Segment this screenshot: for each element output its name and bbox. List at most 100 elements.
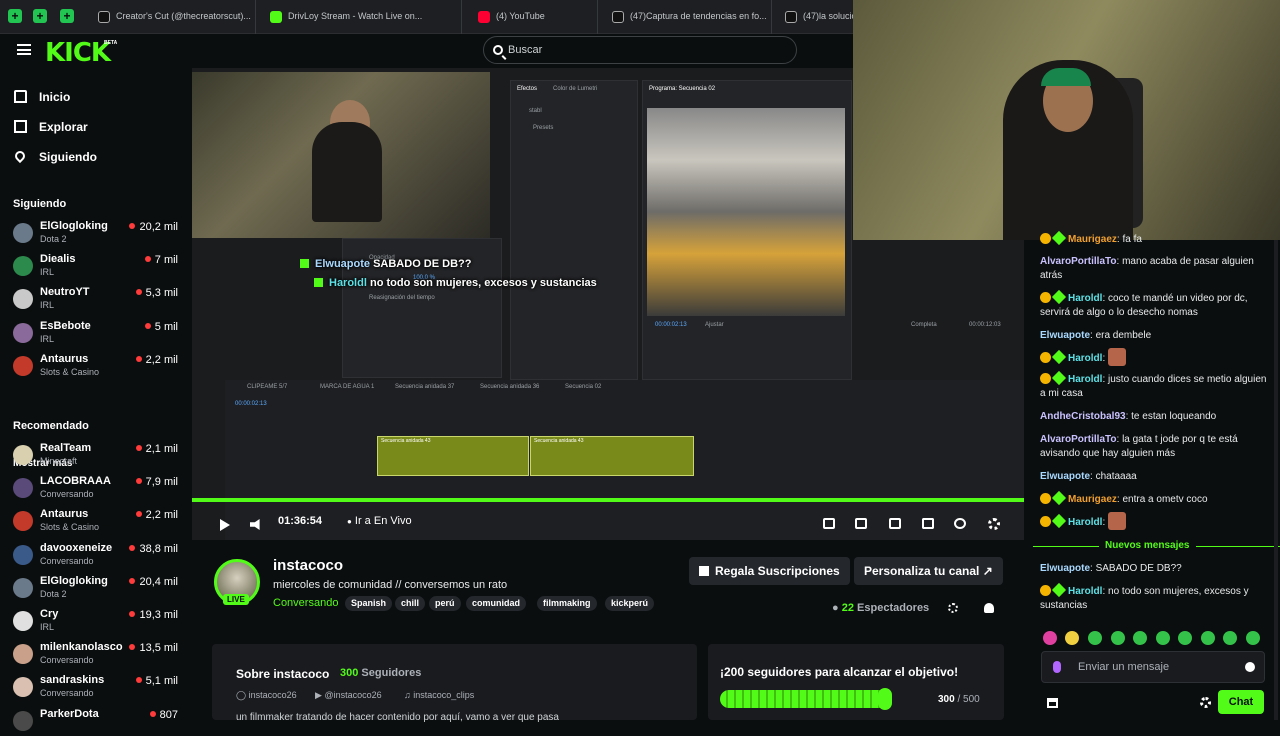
clip-icon[interactable]	[855, 518, 867, 529]
go-live-button[interactable]: ● Ir a En Vivo	[347, 515, 412, 527]
sidebar-channel[interactable]: Antaurus Slots & Casino 2,2 mil	[13, 351, 183, 381]
chat-username[interactable]: Maurigaez	[1068, 494, 1117, 505]
chat-input[interactable]	[1078, 660, 1238, 674]
stream-quality-icon[interactable]	[954, 518, 966, 529]
sidebar-channel[interactable]: RealTeam Minecraft 2,1 mil	[13, 440, 183, 470]
viewer-count: 2,1 mil	[136, 443, 178, 455]
tiktok-link[interactable]: ♫ instacoco_clips	[404, 690, 474, 700]
play-icon[interactable]	[220, 519, 230, 531]
chat-username[interactable]: Maurigaez	[1068, 234, 1117, 245]
sidebar-channel[interactable]: sandraskins Conversando 5,1 mil	[13, 672, 183, 702]
chat-username[interactable]: AlvaroPortillaTo	[1040, 434, 1117, 445]
chat-username[interactable]: Elwuapote	[1040, 330, 1090, 341]
chat-message[interactable]: AndheCristobal93: te estan loqueando	[1040, 410, 1272, 424]
microphone-icon[interactable]	[1053, 661, 1061, 673]
emote-icon[interactable]	[1065, 631, 1079, 645]
stream-tag[interactable]: filmmaking	[537, 596, 597, 611]
chat-username[interactable]: Haroldl	[1068, 293, 1102, 304]
follow-user-icon[interactable]	[984, 603, 994, 613]
sidebar-channel[interactable]: NeutroYT IRL 5,3 mil	[13, 284, 183, 314]
chat-username[interactable]: Haroldl	[1068, 374, 1102, 385]
channel-name[interactable]: instacoco	[273, 557, 343, 574]
chat-username[interactable]: Haroldl	[1068, 353, 1102, 364]
search-bar[interactable]	[483, 36, 797, 64]
stream-tag[interactable]: chill	[395, 596, 426, 611]
channel-name: milenkanolasco	[40, 641, 123, 654]
chat-message[interactable]: Haroldl:	[1040, 512, 1272, 530]
sidebar-channel[interactable]: Antaurus Slots & Casino 2,2 mil	[13, 506, 183, 536]
chat-message[interactable]: AlvaroPortillaTo: mano acaba de pasar al…	[1040, 255, 1272, 283]
share-icon[interactable]	[948, 603, 958, 613]
emote-icon[interactable]	[1088, 631, 1102, 645]
customize-channel-button[interactable]: Personaliza tu canal ↗	[854, 557, 1003, 585]
chat-message[interactable]: Haroldl: no todo son mujeres, excesos y …	[1040, 582, 1272, 613]
browser-tab[interactable]: Creator's Cut (@thecreatorscut)...	[90, 0, 256, 34]
sidebar-channel[interactable]: Diealis IRL 7 mil	[13, 251, 183, 281]
chat-message[interactable]: Elwuapote: chataaaa	[1040, 470, 1272, 484]
settings-gear-icon[interactable]	[988, 518, 1000, 530]
chat-settings-icon[interactable]	[1200, 697, 1211, 708]
chat-username[interactable]: Haroldl	[1068, 586, 1102, 597]
emote-icon[interactable]	[1043, 631, 1057, 645]
chat-message[interactable]: Haroldl: justo cuando dices se metio alg…	[1040, 370, 1272, 401]
emoji-icon[interactable]	[1245, 662, 1255, 672]
emote-icon[interactable]	[1246, 631, 1260, 645]
viewer-count: 7 mil	[145, 254, 178, 266]
stream-tag[interactable]: kickperú	[605, 596, 655, 611]
chat-message[interactable]: Maurigaez: entra a ometv coco	[1040, 490, 1272, 507]
browser-tab[interactable]: (47)la solució	[777, 0, 857, 34]
sidebar-channel[interactable]: davooxeneize Conversando 38,8 mil	[13, 540, 183, 570]
chat-message[interactable]: Elwuapote: era dembele	[1040, 329, 1272, 343]
chat-message[interactable]: Haroldl:	[1040, 348, 1272, 366]
chat-message[interactable]: Elwuapote: SABADO DE DB??	[1040, 562, 1272, 576]
sidebar-channel[interactable]: LACOBRAAA Conversando 7,9 mil	[13, 473, 183, 503]
chat-scrollbar[interactable]	[1274, 240, 1278, 720]
gift-subs-button[interactable]: Regala Suscripciones	[689, 557, 850, 585]
chat-username[interactable]: Elwuapote	[1040, 563, 1090, 574]
sidebar-channel[interactable]: ParkerDota 807	[13, 706, 183, 736]
send-chat-button[interactable]: Chat	[1218, 690, 1264, 714]
stream-category[interactable]: Conversando	[273, 597, 338, 609]
browser-tab[interactable]: (4) YouTube	[470, 0, 598, 34]
emote-icon[interactable]	[1223, 631, 1237, 645]
emote-icon[interactable]	[1201, 631, 1215, 645]
pinned-tab-icon[interactable]: +	[60, 9, 74, 23]
sidebar-channel[interactable]: EsBebote IRL 5 mil	[13, 318, 183, 348]
emote-icon[interactable]	[1156, 631, 1170, 645]
theater-mode-icon[interactable]	[889, 518, 901, 529]
stream-tag[interactable]: perú	[429, 596, 461, 611]
chat-input-box[interactable]	[1041, 651, 1265, 683]
chat-username[interactable]: Haroldl	[1068, 517, 1102, 528]
pip-icon[interactable]	[823, 518, 835, 529]
chat-username[interactable]: AlvaroPortillaTo	[1040, 256, 1117, 267]
instagram-link[interactable]: ◯ instacoco26	[236, 690, 297, 701]
new-messages-divider[interactable]: Nuevos mensajes	[1033, 540, 1280, 552]
pinned-tab-icon[interactable]: +	[33, 9, 47, 23]
chat-username[interactable]: Elwuapote	[1040, 471, 1090, 482]
pinned-tab-icon[interactable]: +	[8, 9, 22, 23]
video-progress-bar[interactable]	[192, 498, 1024, 502]
chat-message[interactable]: AlvaroPortillaTo: la gata t jode por q t…	[1040, 433, 1272, 461]
store-icon[interactable]	[1047, 698, 1058, 708]
emote-icon[interactable]	[1133, 631, 1147, 645]
chat-message[interactable]: Haroldl: coco te mandé un video por dc, …	[1040, 289, 1272, 320]
menu-icon[interactable]	[17, 44, 31, 55]
browser-tab[interactable]: (47)Captura de tendencias en fo...	[604, 0, 772, 34]
fullscreen-icon[interactable]	[922, 518, 934, 529]
browser-tab[interactable]: DrivLoy Stream - Watch Live on...	[262, 0, 462, 34]
sidebar-channel[interactable]: Cry IRL 19,3 mil	[13, 606, 183, 636]
chat-username[interactable]: AndheCristobal93	[1040, 411, 1126, 422]
kick-badge-icon	[1051, 289, 1067, 305]
youtube-link[interactable]: ▶ @instacoco26	[315, 690, 382, 701]
emote-icon[interactable]	[1111, 631, 1125, 645]
stream-tag[interactable]: Spanish	[345, 596, 393, 611]
sidebar-channel[interactable]: ElGlogloking Dota 2 20,4 mil	[13, 573, 183, 603]
stream-tag[interactable]: comunidad	[466, 596, 527, 611]
sidebar-channel[interactable]: milenkanolasco Conversando 13,5 mil	[13, 639, 183, 669]
search-input[interactable]	[508, 42, 788, 58]
chat-message[interactable]: Maurigaez: fa fa	[1040, 230, 1272, 247]
kick-logo[interactable]: KICK	[45, 38, 111, 68]
emote-icon[interactable]	[1178, 631, 1192, 645]
sidebar-channel[interactable]: ElGlogloking Dota 2 20,2 mil	[13, 218, 183, 248]
channel-name: Antaurus	[40, 352, 89, 365]
